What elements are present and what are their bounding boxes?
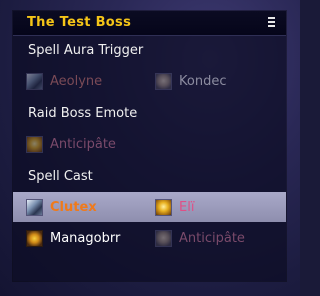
player-entry-clutex[interactable]: Clutex [26,199,97,216]
storm-icon [26,199,43,216]
player-name: Clutex [50,200,97,215]
hamburger-icon[interactable] [268,17,278,28]
player-entry-aeolyne[interactable]: Aeolyne [26,73,102,90]
player-name: Anticipâte [50,137,116,152]
list-row[interactable]: Aeolyne Kondec [13,66,286,96]
golden-glow-icon [155,199,172,216]
title-bar[interactable]: The Test Boss [13,11,286,36]
section-heading-spell-cast: Spell Cast [28,169,93,184]
golden-glow-icon [26,136,43,153]
player-name: Kondec [179,74,227,89]
section-heading-spell-aura-trigger: Spell Aura Trigger [28,43,144,58]
player-name: Anticipâte [179,231,245,246]
section-heading-raid-boss-emote: Raid Boss Emote [28,106,138,121]
player-entry-managobrr[interactable]: Managobrr [26,230,120,247]
boss-panel: The Test Boss Spell Aura Trigger Aeolyne… [13,11,286,281]
skull-icon [26,230,43,247]
player-entry-kondec[interactable]: Kondec [155,73,226,90]
player-entry-anticipate-2[interactable]: Anticipâte [155,230,245,247]
player-entry-anticipate[interactable]: Anticipâte [26,136,116,153]
player-name: Elï [179,200,195,215]
portrait-icon [155,73,172,90]
list-row[interactable]: Managobrr Anticipâte [13,223,286,253]
list-row[interactable]: Anticipâte [13,129,286,159]
window-title: The Test Boss [27,15,132,30]
player-name: Managobrr [50,231,121,246]
list-row-selected[interactable]: Clutex Elï [13,192,286,222]
player-name: Aeolyne [50,74,103,89]
player-entry-eli[interactable]: Elï [155,199,194,216]
portrait-icon [155,230,172,247]
storm-icon [26,73,43,90]
